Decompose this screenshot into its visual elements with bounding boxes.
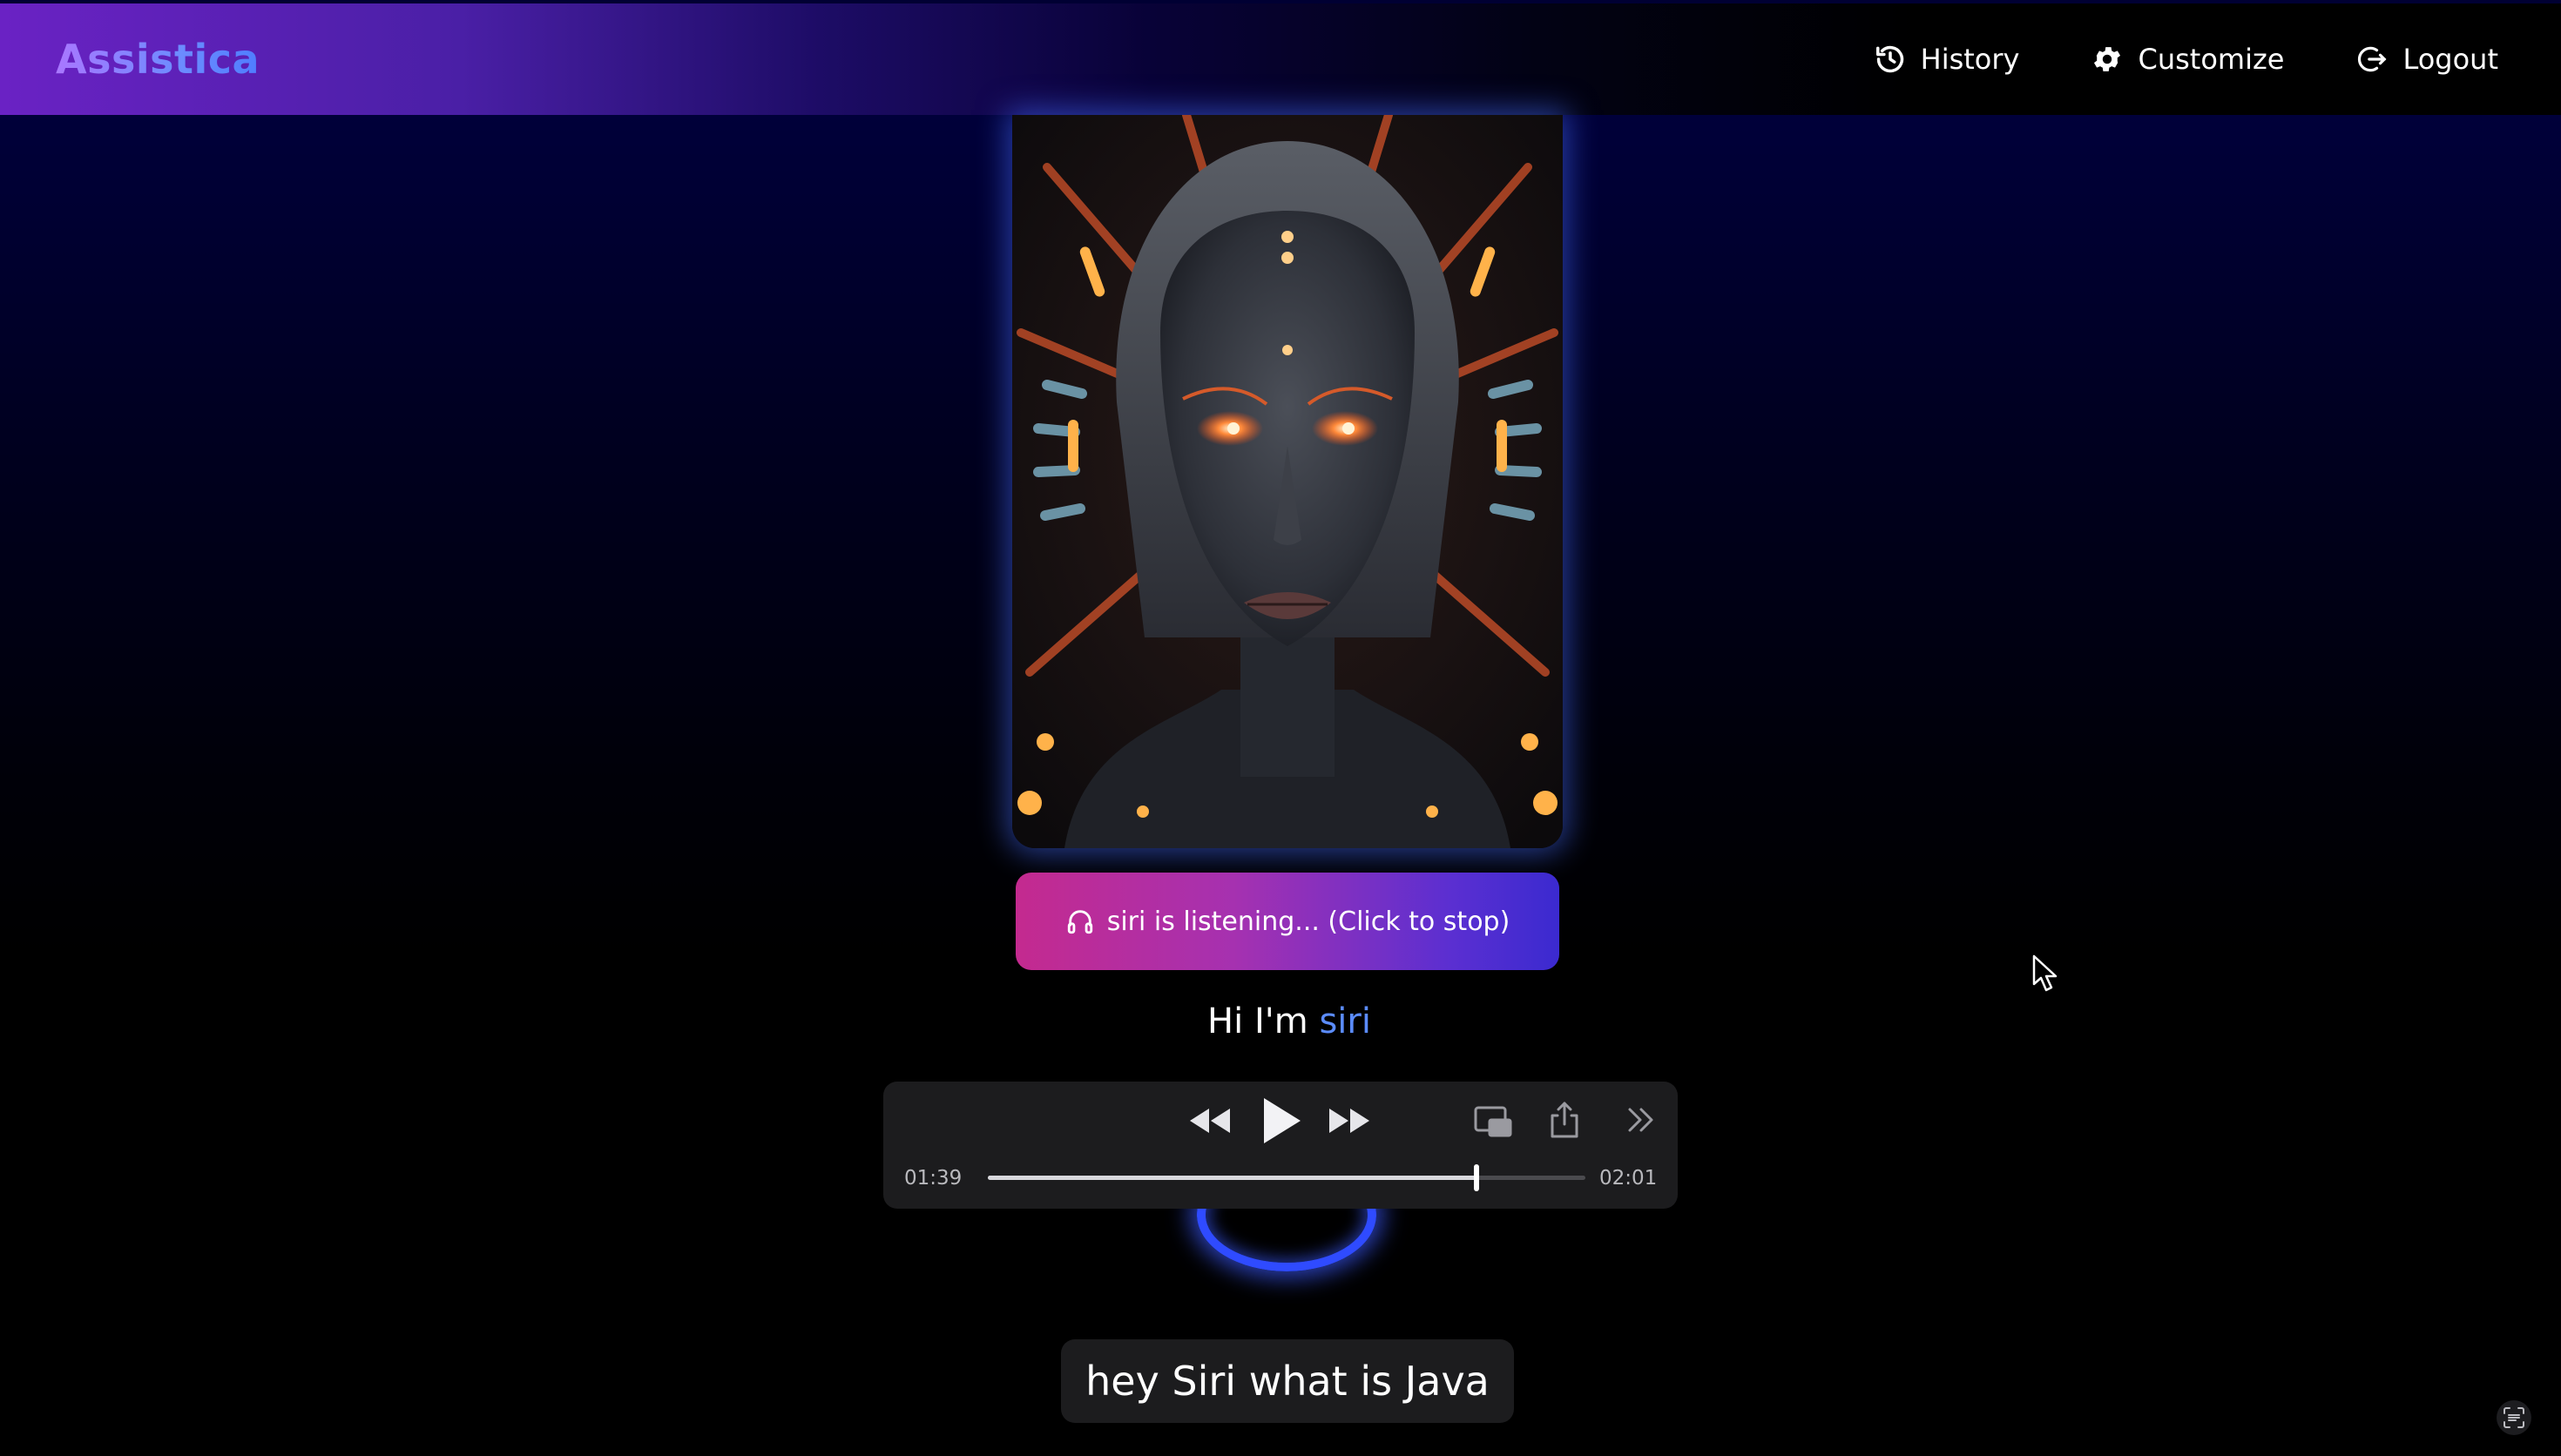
share-button[interactable] [1545,1099,1584,1141]
stop-listening-button[interactable]: siri is listening... (Click to stop) [1016,873,1559,970]
total-duration: 02:01 [1599,1167,1658,1190]
mouse-cursor-icon [2032,954,2058,992]
audio-player: 01:39 02:01 [883,1082,1678,1209]
assistant-name: siri [1319,1001,1371,1041]
nav-logout-label: Logout [2402,43,2498,76]
gear-icon [2094,47,2121,71]
assistant-portrait [1012,115,1563,848]
assistant-greeting: Hi I'm siri [1028,1001,1551,1041]
nav-history-label: History [1920,43,2020,76]
elapsed-time: 01:39 [904,1167,963,1190]
transcript-text: hey Siri what is Java [1085,1358,1490,1405]
rewind-icon [1190,1109,1230,1133]
top-navbar: Assistica History Customize Logout [0,3,2561,115]
more-controls-button[interactable] [1624,1102,1659,1137]
nav-customize-label: Customize [2138,43,2285,76]
picture-in-picture-icon [1474,1106,1512,1137]
picture-in-picture-button[interactable] [1472,1102,1514,1141]
transcript-bubble: hey Siri what is Java [1061,1339,1514,1423]
rewind-button[interactable] [1186,1097,1233,1144]
history-icon [1875,45,1903,73]
fast-forward-icon [1329,1109,1369,1133]
play-button[interactable] [1256,1094,1307,1148]
share-icon [1551,1102,1578,1138]
nav-customize-link[interactable]: Customize [2091,43,2284,76]
robot-face-portrait [1012,115,1563,848]
nav-history-link[interactable]: History [1874,43,2020,76]
brand-logo[interactable]: Assistica [56,36,260,83]
seek-bar-handle[interactable] [1474,1164,1480,1191]
listen-status-label: siri is listening... (Click to stop) [1106,906,1510,937]
more-chevron-icon [1628,1108,1653,1132]
fast-forward-button[interactable] [1326,1097,1373,1144]
seek-bar[interactable] [988,1164,1585,1191]
seek-bar-progress [988,1176,1477,1180]
play-icon [1264,1098,1301,1143]
logout-icon [2358,46,2387,72]
headphones-icon [1067,910,1092,934]
text-recognition-button[interactable] [2497,1400,2531,1435]
nav-links: History Customize Logout [1802,43,2498,76]
greeting-prefix: Hi I'm [1207,1001,1308,1041]
nav-logout-link[interactable]: Logout [2355,43,2498,76]
scan-text-icon [2504,1407,2524,1428]
